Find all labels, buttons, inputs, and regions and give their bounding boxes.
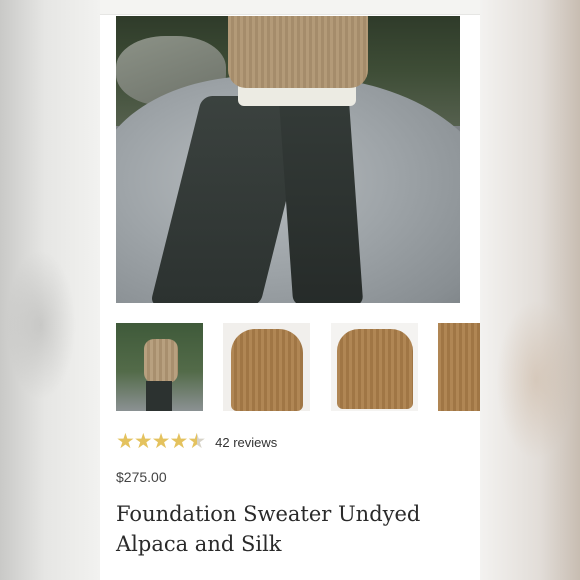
backdrop-shadow [496, 300, 576, 460]
thumbnail-sweater [438, 323, 480, 411]
star-icon: ★ [116, 430, 135, 453]
star-icon: ★ [169, 430, 188, 453]
star-half-icon: ★ [187, 430, 206, 453]
product-card: ★★★★★ 42 reviews $275.00 Foundation Swea… [100, 0, 480, 580]
image-pants-right [278, 96, 364, 303]
backdrop-shadow [6, 250, 76, 400]
star-rating-icons: ★★★★★ [116, 430, 206, 453]
thumbnail-sweater-side[interactable] [223, 323, 310, 411]
thumbnail-sweater [231, 329, 303, 411]
star-icon: ★ [133, 430, 153, 453]
thumbnail-sweater [337, 329, 413, 409]
product-rating[interactable]: ★★★★★ 42 reviews [116, 431, 277, 453]
thumbnail-sweater-detail[interactable] [438, 323, 480, 411]
top-bar [100, 0, 480, 15]
product-main-image[interactable] [116, 16, 460, 303]
product-title: Foundation Sweater Undyed Alpaca and Sil… [116, 502, 421, 556]
thumbnail-sweater [144, 339, 178, 383]
reviews-count-link[interactable]: 42 reviews [215, 435, 277, 450]
thumbnail-sweater-back[interactable] [331, 323, 418, 411]
backdrop-right [480, 0, 580, 580]
image-sweater [228, 16, 368, 88]
thumbnail-gallery [116, 323, 480, 411]
thumbnail-model-outdoor[interactable] [116, 323, 203, 411]
star-icon: ★ [151, 430, 171, 453]
product-price: $275.00 [116, 469, 167, 485]
thumbnail-pants [146, 381, 172, 411]
